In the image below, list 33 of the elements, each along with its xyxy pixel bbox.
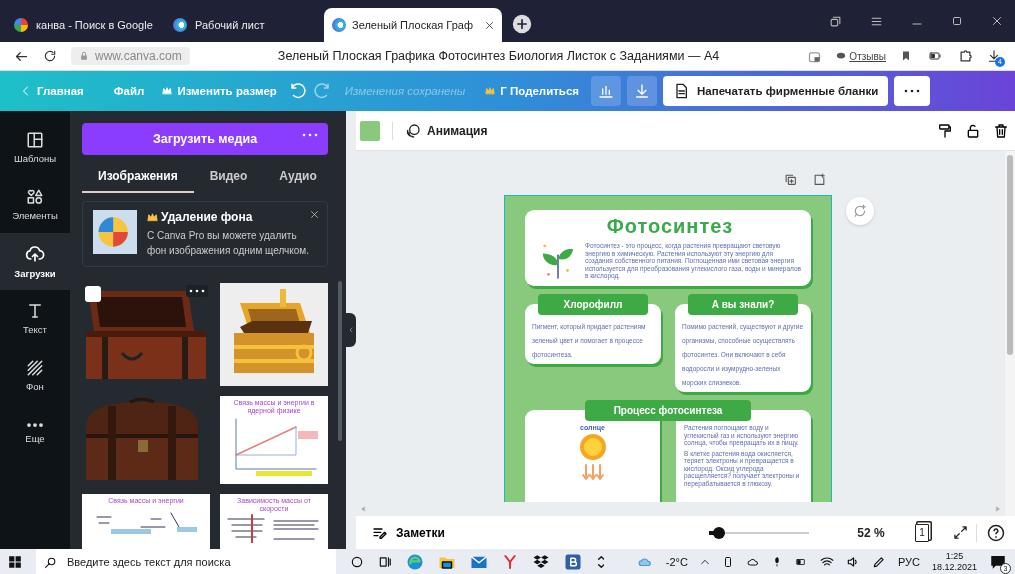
section-heading: Процесс фотосинтеза xyxy=(585,400,751,421)
sidebar-item[interactable]: Шаблоны xyxy=(0,119,70,176)
language-indicator[interactable]: РУС xyxy=(897,556,920,568)
promo-text: С Canva Pro вы можете удалить фон изображения одним щелчком. xyxy=(147,228,310,258)
promo-title: Удаление фона xyxy=(147,210,253,224)
temperature: -2°C xyxy=(665,556,688,568)
share-button[interactable]: Г Поделиться xyxy=(479,79,585,103)
panel-tab[interactable]: Изображения xyxy=(82,161,194,193)
sidebar-item[interactable]: Элементы xyxy=(0,176,70,233)
document-title: Фотосинтез xyxy=(606,215,734,238)
section-heading: Хлорофилл xyxy=(538,294,648,315)
section-heading: А вы знали? xyxy=(688,294,798,315)
sidebar-item[interactable]: Фон xyxy=(0,347,70,404)
page-count-button[interactable]: 1 xyxy=(915,523,929,542)
browser-tab[interactable]: канва - Поиск в Google xyxy=(6,8,161,42)
notes-button[interactable]: Заметки xyxy=(366,523,451,542)
browser-tab[interactable]: Зеленый Плоская Граф xyxy=(324,8,502,42)
sidebar-item[interactable]: Загрузки xyxy=(0,233,70,290)
sidebar-item[interactable]: Текст xyxy=(0,290,70,347)
panel-tab[interactable]: Аудио xyxy=(263,161,333,193)
taskbar-search[interactable]: Введите здесь текст для поиска xyxy=(36,549,336,574)
search-field[interactable]: Введите здесь текст для поиска xyxy=(65,555,329,569)
upload-button[interactable]: Загрузить медиа xyxy=(82,123,328,155)
animate-button[interactable]: Анимация xyxy=(392,121,494,140)
panel-tab[interactable]: Видео xyxy=(193,161,264,193)
feedback-link[interactable]: Отзывы xyxy=(836,50,886,62)
browser-tab[interactable]: Рабочий лист xyxy=(165,8,320,42)
clock[interactable]: 1:25 18.12.2021 xyxy=(931,551,977,573)
page-title: Зеленый Плоская Графика Фотосинтез Биология Листок с Заданиями — А4 xyxy=(276,49,721,63)
sidebar-item[interactable]: Еще xyxy=(0,404,70,461)
save-status: Изменения сохранены xyxy=(344,85,466,97)
zoom-level: 52 % xyxy=(857,525,886,540)
print-button[interactable]: Напечатать фирменные бланки xyxy=(663,76,889,106)
